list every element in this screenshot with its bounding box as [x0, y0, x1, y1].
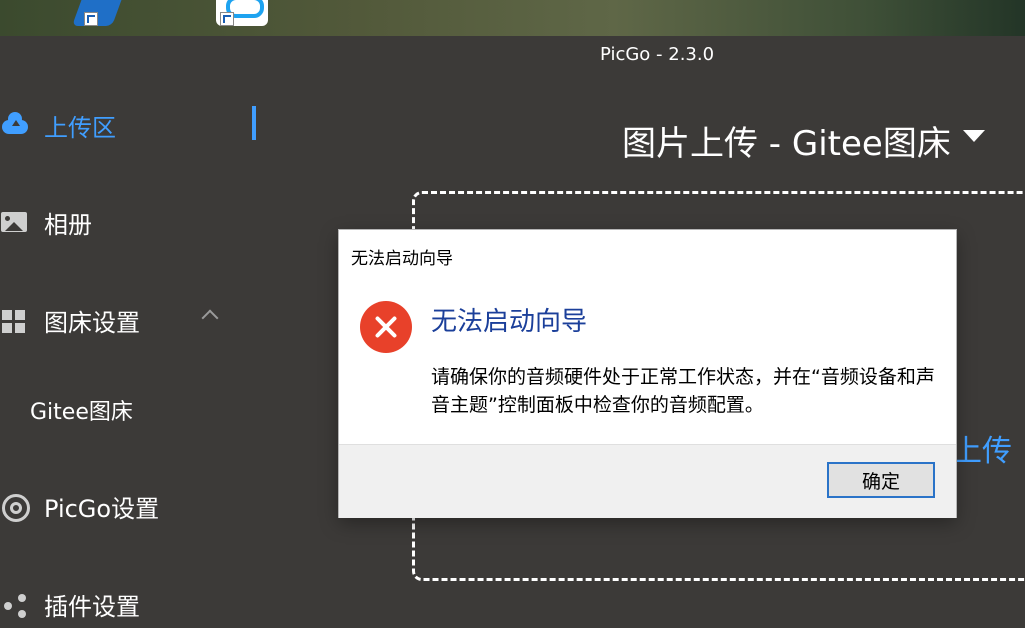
sidebar-item-label: PicGo设置: [44, 494, 160, 523]
sidebar-item-upload[interactable]: 上传区: [0, 105, 116, 145]
sidebar-subitem-gitee[interactable]: Gitee图床: [30, 394, 133, 426]
chevron-up-icon[interactable]: [201, 309, 219, 327]
grid-icon: [0, 305, 30, 335]
error-icon: [360, 301, 412, 353]
sidebar-item-picgo-settings[interactable]: PicGo设置: [0, 486, 159, 526]
app-title: PicGo - 2.3.0: [600, 44, 715, 65]
shortcut-arrow-icon: [84, 12, 98, 26]
title-bar[interactable]: PicGo - 2.3.0: [0, 36, 1025, 74]
error-dialog: 无法启动向导 无法启动向导 请确保你的音频硬件处于正常工作状态，并在“音频设备和…: [339, 230, 956, 518]
sidebar-item-picbed-settings[interactable]: 图床设置: [0, 300, 140, 340]
cloud-upload-icon: [0, 110, 30, 140]
dialog-message: 请确保你的音频硬件处于正常工作状态，并在“音频设备和声音主题”控制面板中检查你的…: [431, 366, 935, 416]
sidebar-item-label: 图床设置: [44, 308, 140, 337]
sidebar-item-label: 插件设置: [44, 592, 140, 621]
dialog-title: 无法启动向导: [351, 249, 453, 269]
gear-icon: [0, 491, 30, 522]
share-icon: [0, 589, 30, 619]
active-indicator: [252, 106, 256, 140]
sidebar-item-plugin-settings[interactable]: 插件设置: [0, 584, 140, 624]
desktop-background: [0, 0, 1025, 36]
dialog-heading: 无法启动向导: [431, 307, 588, 337]
page-title[interactable]: 图片上传 - Gitee图床: [622, 116, 951, 165]
desktop-app-icon[interactable]: [71, 0, 129, 26]
dialog-footer: 确定: [339, 444, 956, 518]
shortcut-arrow-icon: [220, 12, 234, 26]
sidebar-item-gallery[interactable]: 相册: [0, 202, 92, 242]
upload-drop-text[interactable]: 上传: [952, 426, 1012, 470]
ok-button[interactable]: 确定: [827, 462, 935, 498]
sidebar-item-label: 相册: [44, 210, 92, 239]
caret-down-icon[interactable]: [963, 130, 985, 142]
sidebar-item-label: 上传区: [44, 113, 116, 142]
image-icon: [0, 207, 30, 237]
